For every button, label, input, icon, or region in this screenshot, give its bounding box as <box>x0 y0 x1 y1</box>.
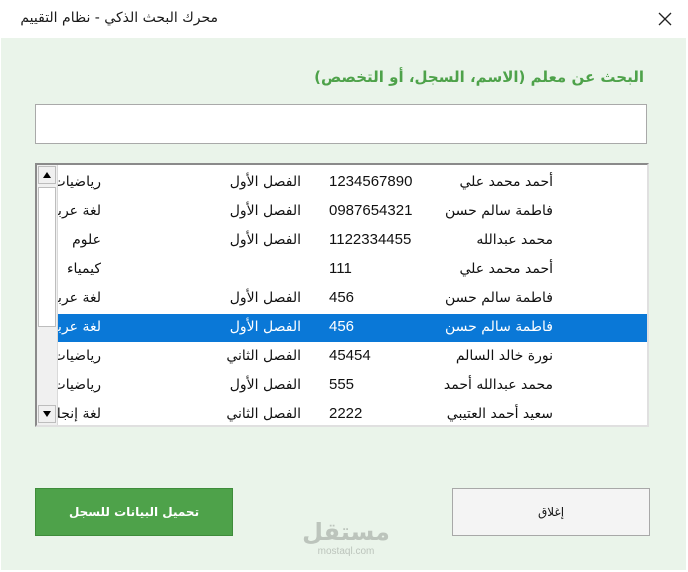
semester: الفصل الأول <box>229 290 301 306</box>
record-number: 456 <box>329 318 355 335</box>
triangle-down-icon <box>43 411 51 417</box>
window-title: محرك البحث الذكي - نظام التقييم <box>20 10 218 26</box>
record-number: 2222 <box>329 405 363 422</box>
subject: لغة إنجليزية <box>57 406 101 422</box>
list-item[interactable]: فاطمة سالم حسن 0987654321 الفصل الأول لغة ع… <box>57 198 647 226</box>
teacher-name: أحمد محمد علي <box>459 174 553 190</box>
record-number: 0987654321 <box>329 202 413 219</box>
search-input[interactable] <box>35 104 647 144</box>
subject: لغة عربية <box>57 203 101 219</box>
semester: الفصل الأول <box>229 232 301 248</box>
list-item[interactable]: أحمد محمد علي 111 كيمياء <box>57 256 647 284</box>
window-close-button[interactable] <box>650 4 680 34</box>
teacher-name: أحمد محمد علي <box>459 261 553 277</box>
subject: رياضيات <box>57 348 101 364</box>
scroll-thumb[interactable] <box>38 187 56 327</box>
semester: الفصل الثاني <box>226 348 301 364</box>
watermark-arabic: مستقل <box>302 518 390 546</box>
semester: الفصل الأول <box>229 377 301 393</box>
record-number: 45454 <box>329 347 371 364</box>
list-item[interactable]: فاطمة سالم حسن 456 الفصل الأول لغة عربية <box>57 285 647 313</box>
list-item-selected[interactable]: فاطمة سالم حسن 456 الفصل الأول لغة عربية <box>57 314 647 342</box>
close-icon <box>658 12 672 26</box>
list-scrollbar[interactable] <box>37 165 58 425</box>
watermark-latin: mostaql.com <box>317 546 375 557</box>
semester: الفصل الأول <box>229 319 301 335</box>
semester: الفصل الأول <box>229 174 301 190</box>
subject: علوم <box>72 232 101 248</box>
scroll-down-button[interactable] <box>38 405 56 423</box>
semester: الفصل الثاني <box>226 406 301 422</box>
teacher-name: نورة خالد السالم <box>455 348 553 364</box>
teacher-name: سعيد أحمد العتيبي <box>446 406 553 422</box>
semester: الفصل الأول <box>229 203 301 219</box>
close-button[interactable]: إغلاق <box>452 488 650 536</box>
teacher-name: فاطمة سالم حسن <box>445 203 553 219</box>
list-item[interactable]: محمد عبدالله أحمد 555 الفصل الأول رياضيات <box>57 372 647 400</box>
record-number: 1234567890 <box>329 173 413 190</box>
triangle-up-icon <box>43 172 51 178</box>
teacher-name: فاطمة سالم حسن <box>445 290 553 306</box>
teacher-name: فاطمة سالم حسن <box>445 319 553 335</box>
teacher-name: محمد عبدالله أحمد <box>443 377 553 393</box>
teacher-name: محمد عبدالله <box>476 232 553 248</box>
form-body: البحث عن معلم (الاسم، السجل، أو التخصص) … <box>1 38 686 570</box>
subject: لغة عربية <box>57 290 101 306</box>
record-number: 555 <box>329 376 355 393</box>
subject: كيمياء <box>66 261 101 277</box>
scroll-up-button[interactable] <box>38 166 56 184</box>
title-bar: محرك البحث الذكي - نظام التقييم <box>0 0 688 38</box>
load-data-button[interactable]: تحميل البيانات للسجل <box>35 488 233 536</box>
list-item[interactable]: نورة خالد السالم 45454 الفصل الثاني رياضيات <box>57 343 647 371</box>
list-item[interactable]: محمد عبدالله 1122334455 الفصل الأول علوم <box>57 227 647 255</box>
record-number: 111 <box>329 260 352 277</box>
subject: رياضيات <box>57 174 101 190</box>
list-item[interactable]: سعيد أحمد العتيبي 2222 الفصل الثاني لغة إنج… <box>57 401 647 425</box>
search-heading: البحث عن معلم (الاسم، السجل، أو التخصص) <box>314 68 644 86</box>
subject: لغة عربية <box>57 319 101 335</box>
record-number: 1122334455 <box>329 231 412 248</box>
subject: رياضيات <box>57 377 101 393</box>
watermark-logo: مستقل mostaql.com <box>301 518 391 566</box>
results-list[interactable]: أحمد محمد علي 1234567890 الفصل الأول رياضيا… <box>35 163 649 427</box>
list-item[interactable]: أحمد محمد علي 1234567890 الفصل الأول رياضيا… <box>57 169 647 197</box>
record-number: 456 <box>329 289 355 306</box>
